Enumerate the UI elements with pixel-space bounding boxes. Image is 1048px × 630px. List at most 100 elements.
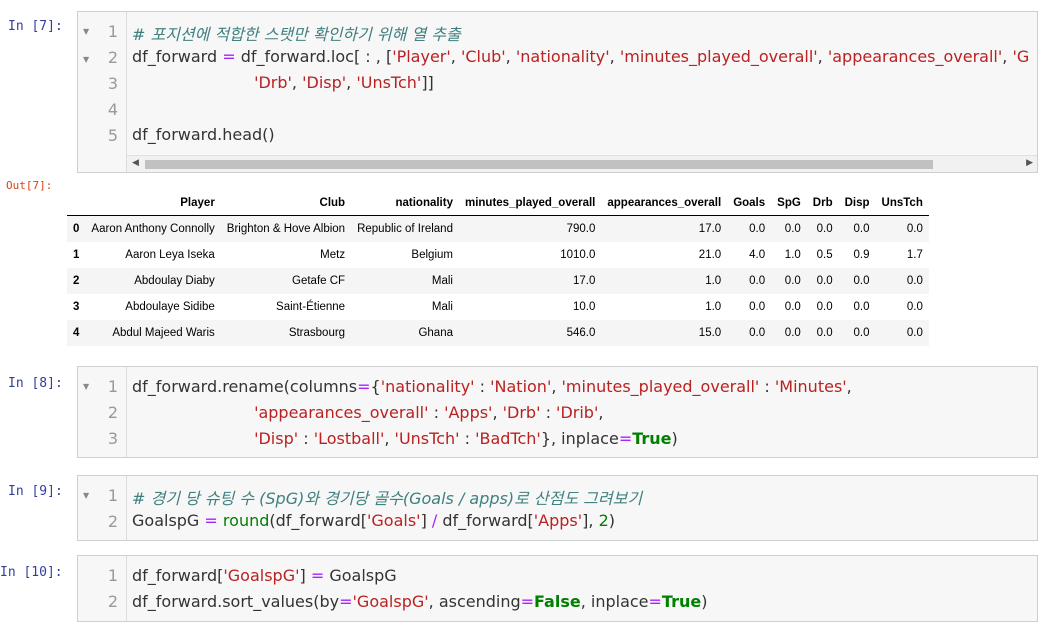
line-number: 3 [107,74,118,93]
input-prompt: In [8]: [8,376,63,391]
table-cell: 1.0 [705,275,722,287]
table-cell: Aaron Anthony Connolly [91,223,215,235]
table-cell: Aaron Leya Iseka [125,249,215,261]
line-number: 1 [107,377,118,396]
table-cell: Mali [431,275,453,287]
table-row: 4 Abdul Majeed Waris Strasbourg Ghana 54… [67,320,929,346]
column-header [67,190,86,216]
output-prompt: Out[7]: [6,179,53,192]
table-header-row: Player Club nationality minutes_played_o… [67,190,929,216]
row-index: 2 [73,275,80,287]
table-cell: Strasbourg [288,327,346,339]
code-cell[interactable]: ▼ ▼ 1 2 3 4 5 # 포지션에 적합한 스탯만 확인하기 위해 열 추… [77,11,1038,173]
horizontal-scrollbar[interactable]: ◀ ▶ [127,155,1037,172]
line-number: 2 [107,512,118,531]
table-cell: 1.0 [705,301,722,313]
table-cell: 1.7 [906,249,923,261]
line-gutter: ▼ 1 2 3 [78,367,127,457]
column-header: Player [85,190,221,216]
line-number: 2 [107,403,118,422]
code-line[interactable]: # 경기 당 슈팅 수 (SpG)와 경기당 골수(Goals / apps)로… [132,485,642,509]
table-cell: 0.0 [906,275,923,287]
table-cell: 0.0 [749,327,766,339]
code-line[interactable]: df_forward.head() [132,125,275,144]
table-cell: Belgium [411,249,453,261]
table-cell: 790.0 [566,223,596,235]
table-cell: 0.0 [784,275,801,287]
code-line[interactable]: df_forward = df_forward.loc[ : , ['Playe… [132,47,1029,66]
code-line[interactable]: # 포지션에 적합한 스탯만 확인하기 위해 열 추출 [132,21,461,45]
table-cell: Brighton & Hove Albion [226,223,346,235]
column-header: UnsTch [875,190,929,216]
line-number: 4 [107,100,118,119]
table-row: 1 Aaron Leya Iseka Metz Belgium 1010.0 2… [67,242,929,268]
code-cell[interactable]: 1 2 df_forward['GoalspG'] = GoalspG df_f… [77,555,1038,622]
line-number: 1 [107,566,118,585]
column-header: Disp [838,190,876,216]
table-cell: 0.0 [816,223,833,235]
scrollbar-thumb[interactable] [145,160,933,169]
row-index: 0 [73,223,80,235]
table-cell: 4.0 [749,249,766,261]
table-cell: Abdoulay Diaby [134,275,215,287]
code-line[interactable]: df_forward['GoalspG'] = GoalspG [132,566,397,585]
code-line[interactable]: 'appearances_overall' : 'Apps', 'Drb' : … [132,403,603,422]
code-cell[interactable]: ▼ 1 2 3 df_forward.rename(columns={'nati… [77,366,1038,458]
code-cell[interactable]: ▼ 1 2 # 경기 당 슈팅 수 (SpG)와 경기당 골수(Goals / … [77,475,1038,541]
table-cell: 0.0 [853,301,870,313]
table-cell: Abdoulaye Sidibe [125,301,215,313]
input-prompt: In [10]: [0,565,63,580]
table-cell: 1010.0 [560,249,596,261]
table-cell: 17.0 [573,275,596,287]
table-cell: Saint-Étienne [276,301,346,313]
table-cell: 0.0 [816,327,833,339]
scroll-left-icon[interactable]: ◀ [132,158,139,168]
fold-arrow-icon[interactable]: ▼ [83,55,89,64]
table-cell: 0.0 [906,301,923,313]
fold-arrow-icon[interactable]: ▼ [83,491,89,500]
code-line[interactable]: 'Drb', 'Disp', 'UnsTch']] [132,73,434,92]
code-line[interactable]: df_forward.sort_values(by='GoalspG', asc… [132,592,707,611]
code-line[interactable]: GoalspG = round(df_forward['Goals'] / df… [132,511,615,530]
table-cell: 0.0 [784,301,801,313]
fold-arrow-icon[interactable]: ▼ [83,382,89,391]
table-cell: 15.0 [698,327,722,339]
table-cell: 10.0 [573,301,596,313]
input-prompt: In [7]: [8,19,63,34]
column-header: nationality [351,190,459,216]
line-number: 1 [107,486,118,505]
table-cell: Abdul Majeed Waris [112,327,215,339]
table-cell: 0.0 [784,223,801,235]
table-cell: Republic of Ireland [357,223,453,235]
table-cell: Metz [320,249,346,261]
table-row: 2 Abdoulay Diaby Getafe CF Mali 17.0 1.0… [67,268,929,294]
table-cell: Getafe CF [292,275,346,287]
scroll-right-icon[interactable]: ▶ [1026,158,1033,168]
code-line[interactable]: df_forward.rename(columns={'nationality'… [132,377,852,396]
table-cell: 0.0 [906,223,923,235]
fold-arrow-icon[interactable]: ▼ [83,27,89,36]
line-number: 5 [107,126,118,145]
table-cell: 0.0 [749,275,766,287]
table-cell: 0.5 [816,249,833,261]
line-gutter: 1 2 [78,556,127,621]
table-cell: 0.0 [784,327,801,339]
table-cell: 0.0 [853,327,870,339]
line-number: 3 [107,429,118,448]
table-cell: 0.0 [816,301,833,313]
table-cell: 0.0 [906,327,923,339]
line-number: 1 [107,22,118,41]
column-header: Club [220,190,352,216]
table-cell: 17.0 [698,223,722,235]
column-header: SpG [771,190,807,216]
row-index: 4 [73,327,80,339]
code-line[interactable]: 'Disp' : 'Lostball', 'UnsTch' : 'BadTch'… [132,429,678,448]
table-cell: 0.9 [853,249,870,261]
table-cell: 0.0 [749,223,766,235]
table-row: 3 Abdoulaye Sidibe Saint-Étienne Mali 10… [67,294,929,320]
dataframe-table: Player Club nationality minutes_played_o… [67,190,929,346]
table-cell: 21.0 [698,249,722,261]
table-cell: Mali [431,301,453,313]
column-header: minutes_played_overall [458,190,602,216]
column-header: Drb [806,190,839,216]
